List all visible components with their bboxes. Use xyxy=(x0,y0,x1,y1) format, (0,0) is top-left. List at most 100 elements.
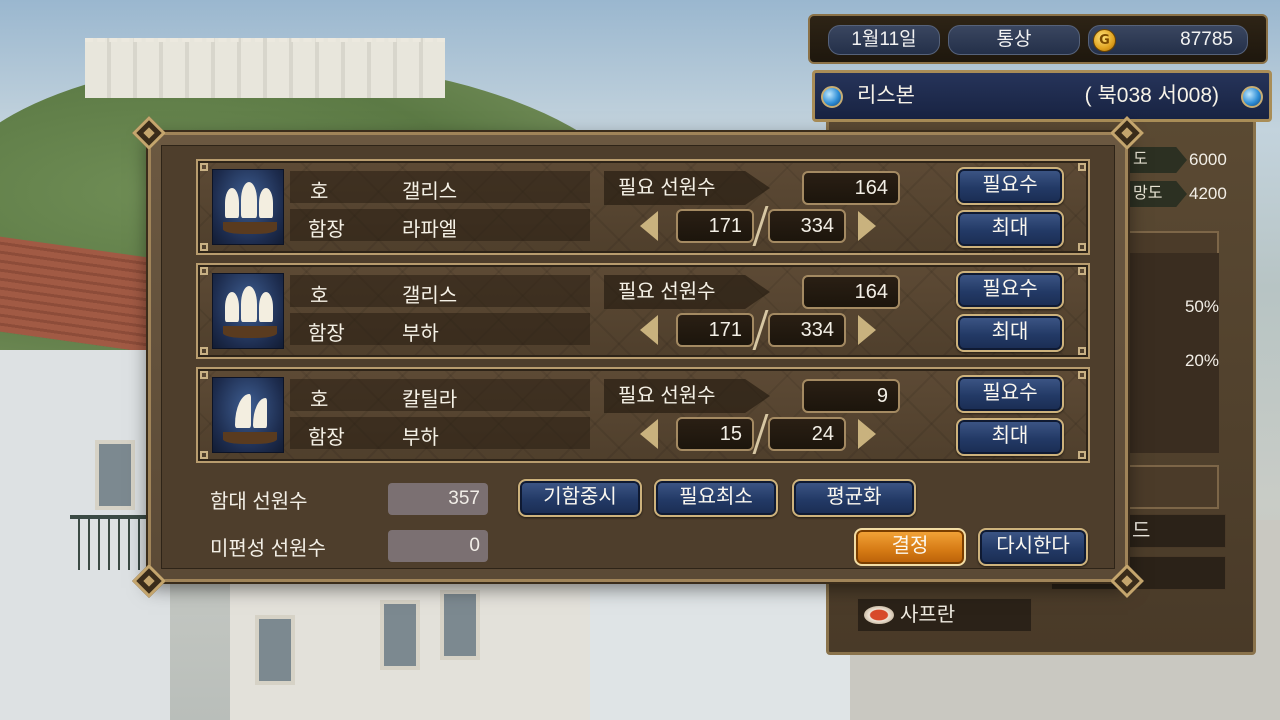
fleet-crew-label: 함대 선원수 xyxy=(210,491,308,513)
frame-ornament xyxy=(1078,347,1086,355)
set-required-button[interactable]: 필요수 xyxy=(956,167,1064,205)
frame-ornament xyxy=(200,451,208,459)
sail xyxy=(241,182,257,218)
sail xyxy=(225,292,239,322)
max-crew-value: 24 xyxy=(768,417,846,451)
street-scenery xyxy=(590,580,850,720)
increase-arrow-icon[interactable] xyxy=(858,419,876,449)
max-crew-value: 334 xyxy=(768,313,846,347)
equalize-button[interactable]: 평균화 xyxy=(792,479,916,517)
galleass-ship-icon xyxy=(212,169,284,245)
ship-name-label: 호 xyxy=(310,389,329,411)
sail xyxy=(253,398,267,428)
frame-ornament xyxy=(1078,451,1086,459)
max-crew-value: 334 xyxy=(768,209,846,243)
decrease-arrow-icon[interactable] xyxy=(640,211,658,241)
commodity-item[interactable]: 사프란 xyxy=(857,598,1032,632)
set-required-button[interactable]: 필요수 xyxy=(956,375,1064,413)
captain-label: 함장 xyxy=(308,427,345,449)
commodity-label: 사프란 xyxy=(900,604,956,626)
ship-row: 호 갤리스 함장 부하 필요 선원수 164 171 334 필요수 최대 xyxy=(196,263,1090,359)
galleass-ship-icon xyxy=(212,273,284,349)
stat-row: 망도 4200 xyxy=(1127,179,1257,207)
sail xyxy=(235,394,251,428)
dialog-inner: 호 갤리스 함장 라파엘 필요 선원수 164 171 334 필요수 최대 호… xyxy=(161,145,1115,569)
mode-display: 통상 xyxy=(948,25,1080,55)
captain-label: 함장 xyxy=(308,219,345,241)
set-required-button[interactable]: 필요수 xyxy=(956,271,1064,309)
set-max-button[interactable]: 최대 xyxy=(956,418,1064,456)
gem-icon xyxy=(1241,86,1263,108)
required-crew-label: 필요 선원수 xyxy=(604,275,770,309)
date-display: 1월11일 xyxy=(828,25,940,55)
sail xyxy=(241,286,257,322)
ship-row: 호 칼틸라 함장 부하 필요 선원수 9 15 24 필요수 최대 xyxy=(196,367,1090,463)
city-coordinates: ( 북038 서008) xyxy=(1084,84,1219,107)
hull xyxy=(223,326,277,338)
increase-arrow-icon[interactable] xyxy=(858,211,876,241)
slash-divider xyxy=(752,206,769,246)
stat-tag: 도 xyxy=(1127,147,1187,173)
frame-ornament xyxy=(1078,267,1086,275)
window-scenery xyxy=(440,590,480,660)
decrease-arrow-icon[interactable] xyxy=(640,419,658,449)
stat-value: 4200 xyxy=(1189,184,1227,203)
required-crew-value: 164 xyxy=(802,171,900,205)
set-max-button[interactable]: 최대 xyxy=(956,210,1064,248)
required-crew-label: 필요 선원수 xyxy=(604,379,770,413)
set-max-button[interactable]: 최대 xyxy=(956,314,1064,352)
fleet-crew-value: 357 xyxy=(388,483,488,515)
frame-ornament xyxy=(200,371,208,379)
current-crew-value: 171 xyxy=(676,209,754,243)
window-scenery xyxy=(255,615,295,685)
gold-display: G 87785 xyxy=(1088,25,1248,55)
frame-ornament xyxy=(200,267,208,275)
required-crew-value: 164 xyxy=(802,275,900,309)
frame-ornament xyxy=(1078,163,1086,171)
crew-allocation-dialog: 호 갤리스 함장 라파엘 필요 선원수 164 171 334 필요수 최대 호… xyxy=(132,116,1144,598)
required-crew-label: 필요 선원수 xyxy=(604,171,770,205)
required-crew-value: 9 xyxy=(802,379,900,413)
frame-ornament xyxy=(200,243,208,251)
castle-scenery xyxy=(85,38,445,98)
sail xyxy=(259,188,273,218)
slash-divider xyxy=(752,310,769,350)
caravel-ship-icon xyxy=(212,377,284,453)
ship-name-label: 호 xyxy=(310,285,329,307)
captain-name: 라파엘 xyxy=(402,219,458,241)
hull xyxy=(223,432,277,444)
ship-name: 칼틸라 xyxy=(402,389,458,411)
hull xyxy=(223,222,277,234)
gold-coin-icon: G xyxy=(1093,29,1116,52)
ship-name: 갤리스 xyxy=(402,285,458,307)
increase-arrow-icon[interactable] xyxy=(858,315,876,345)
captain-name: 부하 xyxy=(402,323,439,345)
stat-tag: 망도 xyxy=(1127,181,1187,207)
unassigned-crew-value: 0 xyxy=(388,530,488,562)
slash-divider xyxy=(752,414,769,454)
percent-value: 20% xyxy=(1184,351,1219,370)
sail xyxy=(225,188,239,218)
captain-name: 부하 xyxy=(402,427,439,449)
frame-ornament xyxy=(1078,371,1086,379)
gold-amount: 87785 xyxy=(1180,29,1233,50)
minimum-required-button[interactable]: 필요최소 xyxy=(654,479,778,517)
frame-ornament xyxy=(200,347,208,355)
decrease-arrow-icon[interactable] xyxy=(640,315,658,345)
saffron-icon xyxy=(864,606,894,624)
stat-row: 도 6000 xyxy=(1127,145,1257,173)
reset-button[interactable]: 다시한다 xyxy=(978,528,1088,566)
frame-ornament xyxy=(200,163,208,171)
window-scenery xyxy=(380,600,420,670)
confirm-button[interactable]: 결정 xyxy=(854,528,966,566)
flagship-priority-button[interactable]: 기함중시 xyxy=(518,479,642,517)
stat-value: 6000 xyxy=(1189,150,1227,169)
ship-name: 갤리스 xyxy=(402,181,458,203)
percent-value: 50% xyxy=(1184,297,1219,316)
gem-icon xyxy=(821,86,843,108)
city-title-bar: 리스본 ( 북038 서008) xyxy=(812,70,1272,122)
sail xyxy=(259,292,273,322)
frame-ornament xyxy=(1078,243,1086,251)
current-crew-value: 15 xyxy=(676,417,754,451)
current-crew-value: 171 xyxy=(676,313,754,347)
